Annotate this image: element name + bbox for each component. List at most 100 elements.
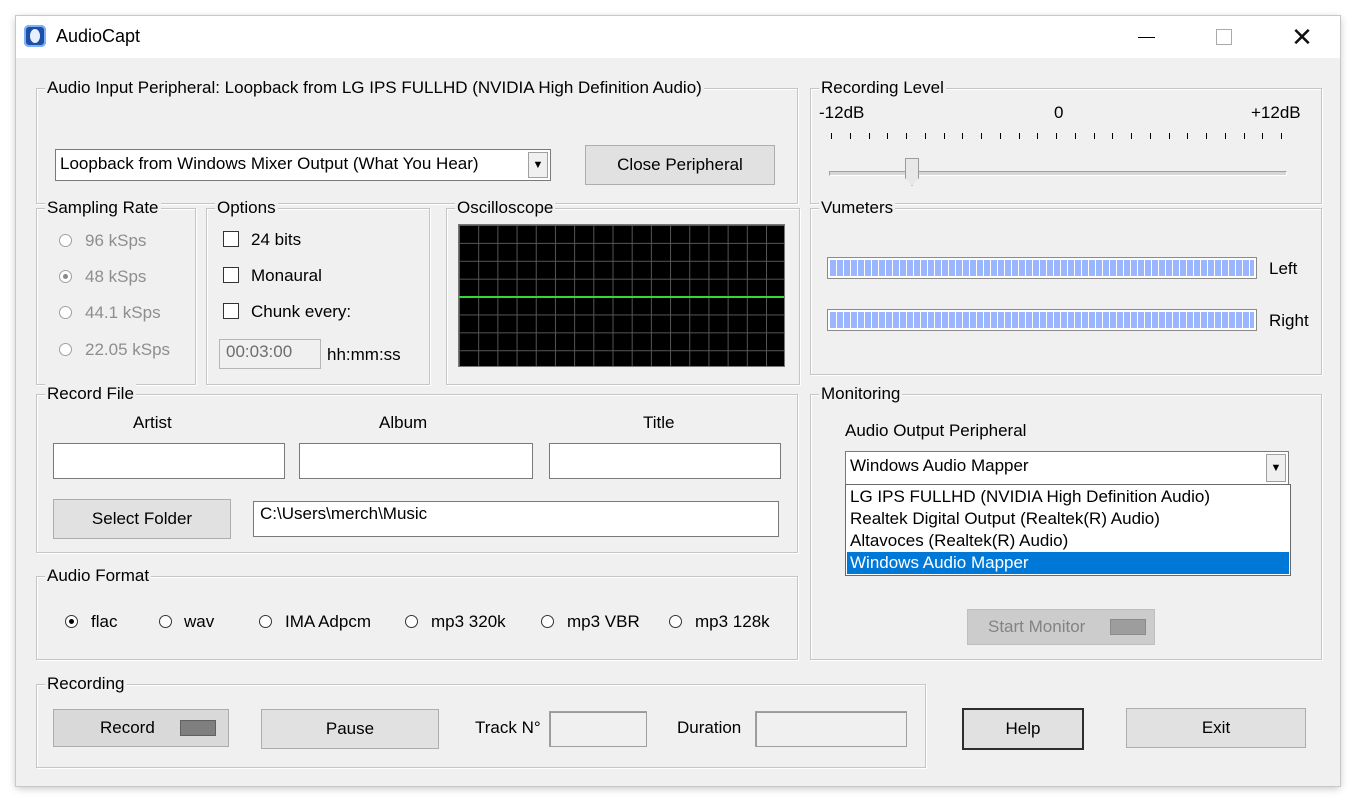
audio-format-legend: Audio Format xyxy=(45,566,152,586)
level-tick xyxy=(1056,133,1057,139)
artist-input[interactable] xyxy=(53,443,285,479)
input-peripheral-select[interactable]: Loopback from Windows Mixer Output (What… xyxy=(55,149,551,181)
level-tick xyxy=(1224,133,1226,139)
output-peripheral-select[interactable]: Windows Audio Mapper ▼ xyxy=(845,451,1289,485)
vu-left-label: Left xyxy=(1269,259,1298,278)
level-tick xyxy=(1149,133,1151,139)
level-tick xyxy=(831,133,832,139)
level-max-label: +12dB xyxy=(1251,103,1301,122)
vu-left-fill xyxy=(830,260,1254,276)
chevron-down-icon[interactable]: ▼ xyxy=(1266,454,1286,482)
level-mid-label: 0 xyxy=(1054,103,1064,122)
level-slider-track[interactable] xyxy=(829,171,1287,176)
start-monitor-label: Start Monitor xyxy=(988,617,1086,636)
format-flac-radio[interactable] xyxy=(65,615,78,628)
level-tick xyxy=(1018,133,1020,139)
format-wav-radio[interactable] xyxy=(159,615,172,628)
rate-48-radio[interactable] xyxy=(59,270,72,283)
rate-22-radio[interactable] xyxy=(59,343,72,356)
rate-44-label: 44.1 kSps xyxy=(85,303,161,322)
start-monitor-button[interactable]: Start Monitor xyxy=(967,609,1155,645)
level-tick xyxy=(1112,133,1114,139)
dropdown-item[interactable]: LG IPS FULLHD (NVIDIA High Definition Au… xyxy=(847,486,1289,508)
format-ima-label: IMA Adpcm xyxy=(285,612,371,631)
close-peripheral-button[interactable]: Close Peripheral xyxy=(585,145,775,185)
format-ima-radio[interactable] xyxy=(259,615,272,628)
level-min-label: -12dB xyxy=(819,103,865,122)
oscilloscope-display xyxy=(458,224,785,367)
options-legend: Options xyxy=(215,198,278,218)
level-tick xyxy=(1281,133,1282,139)
rate-96-radio[interactable] xyxy=(59,234,72,247)
rate-96-label: 96 kSps xyxy=(85,231,147,250)
sampling-rate-legend: Sampling Rate xyxy=(45,198,161,218)
oscilloscope-legend: Oscilloscope xyxy=(455,198,556,218)
rate-44-radio[interactable] xyxy=(59,306,72,319)
format-mp3-vbr-radio[interactable] xyxy=(541,615,554,628)
main-window: AudioCapt ✕ Audio Input Peripheral: Loop… xyxy=(16,16,1340,786)
level-tick xyxy=(962,133,964,139)
record-button[interactable]: Record xyxy=(53,709,229,747)
level-tick xyxy=(999,133,1001,139)
title-input[interactable] xyxy=(549,443,781,479)
window-title: AudioCapt xyxy=(56,26,141,46)
exit-button[interactable]: Exit xyxy=(1126,708,1306,748)
album-input[interactable] xyxy=(299,443,533,479)
level-tick xyxy=(924,133,926,139)
format-flac-label: flac xyxy=(91,612,118,631)
dropdown-item-selected[interactable]: Windows Audio Mapper xyxy=(847,552,1289,574)
level-tick xyxy=(1262,133,1264,139)
vu-right-label: Right xyxy=(1269,311,1309,330)
recording-group: Recording Record Pause Track N° Duration xyxy=(36,674,926,768)
output-peripheral-value: Windows Audio Mapper xyxy=(850,456,1029,475)
title-bar[interactable]: AudioCapt ✕ xyxy=(16,16,1340,58)
chunk-checkbox[interactable] xyxy=(223,303,239,319)
title-label: Title xyxy=(643,413,675,432)
dropdown-item[interactable]: Altavoces (Realtek(R) Audio) xyxy=(847,530,1289,552)
recording-legend: Recording xyxy=(45,674,127,694)
level-tick xyxy=(1037,133,1039,139)
select-folder-button[interactable]: Select Folder xyxy=(53,499,231,539)
help-button[interactable]: Help xyxy=(962,708,1084,750)
vumeters-legend: Vumeters xyxy=(819,198,896,218)
level-tick xyxy=(868,133,870,139)
monaural-label: Monaural xyxy=(251,266,322,285)
level-slider-thumb[interactable] xyxy=(905,158,919,186)
maximize-button[interactable] xyxy=(1186,16,1262,58)
format-mp3-320-label: mp3 320k xyxy=(431,612,506,631)
album-label: Album xyxy=(379,413,428,432)
level-tick xyxy=(849,133,851,139)
close-window-button[interactable]: ✕ xyxy=(1264,16,1340,58)
vumeters-group: Vumeters Left Right xyxy=(810,198,1322,375)
level-tick xyxy=(887,133,889,139)
chunk-unit-label: hh:mm:ss xyxy=(327,345,401,364)
track-number-label: Track N° xyxy=(475,718,541,737)
level-tick xyxy=(1206,133,1207,139)
input-peripheral-group: Audio Input Peripheral: Loopback from LG… xyxy=(36,78,798,204)
chunk-interval-input[interactable]: 00:03:00 xyxy=(219,339,321,369)
recording-level-group: Recording Level -12dB 0 +12dB xyxy=(810,78,1322,204)
minimize-button[interactable] xyxy=(1108,16,1184,58)
dropdown-item[interactable]: Realtek Digital Output (Realtek(R) Audio… xyxy=(847,508,1289,530)
record-file-group: Record File Artist Album Title Select Fo… xyxy=(36,384,798,553)
level-tick xyxy=(981,133,982,139)
duration-label: Duration xyxy=(677,718,742,737)
format-mp3-128-radio[interactable] xyxy=(669,615,682,628)
input-peripheral-value: Loopback from Windows Mixer Output (What… xyxy=(60,154,479,173)
options-group: Options 24 bits Monaural Chunk every: 00… xyxy=(206,198,430,385)
level-tick xyxy=(943,133,945,139)
output-peripheral-dropdown[interactable]: LG IPS FULLHD (NVIDIA High Definition Au… xyxy=(845,484,1291,576)
record-label: Record xyxy=(100,718,155,737)
close-icon: ✕ xyxy=(1291,21,1313,52)
format-mp3-vbr-label: mp3 VBR xyxy=(567,612,640,631)
chevron-down-icon[interactable]: ▼ xyxy=(528,152,548,178)
folder-path-input[interactable]: C:\Users\merch\Music xyxy=(253,501,779,537)
format-mp3-320-radio[interactable] xyxy=(405,615,418,628)
level-tick xyxy=(1093,133,1095,139)
monaural-checkbox[interactable] xyxy=(223,267,239,283)
duration-field xyxy=(755,711,907,747)
bits24-checkbox[interactable] xyxy=(223,231,239,247)
rate-22-label: 22.05 kSps xyxy=(85,340,171,359)
pause-button[interactable]: Pause xyxy=(261,709,439,749)
level-tick xyxy=(1243,133,1245,139)
